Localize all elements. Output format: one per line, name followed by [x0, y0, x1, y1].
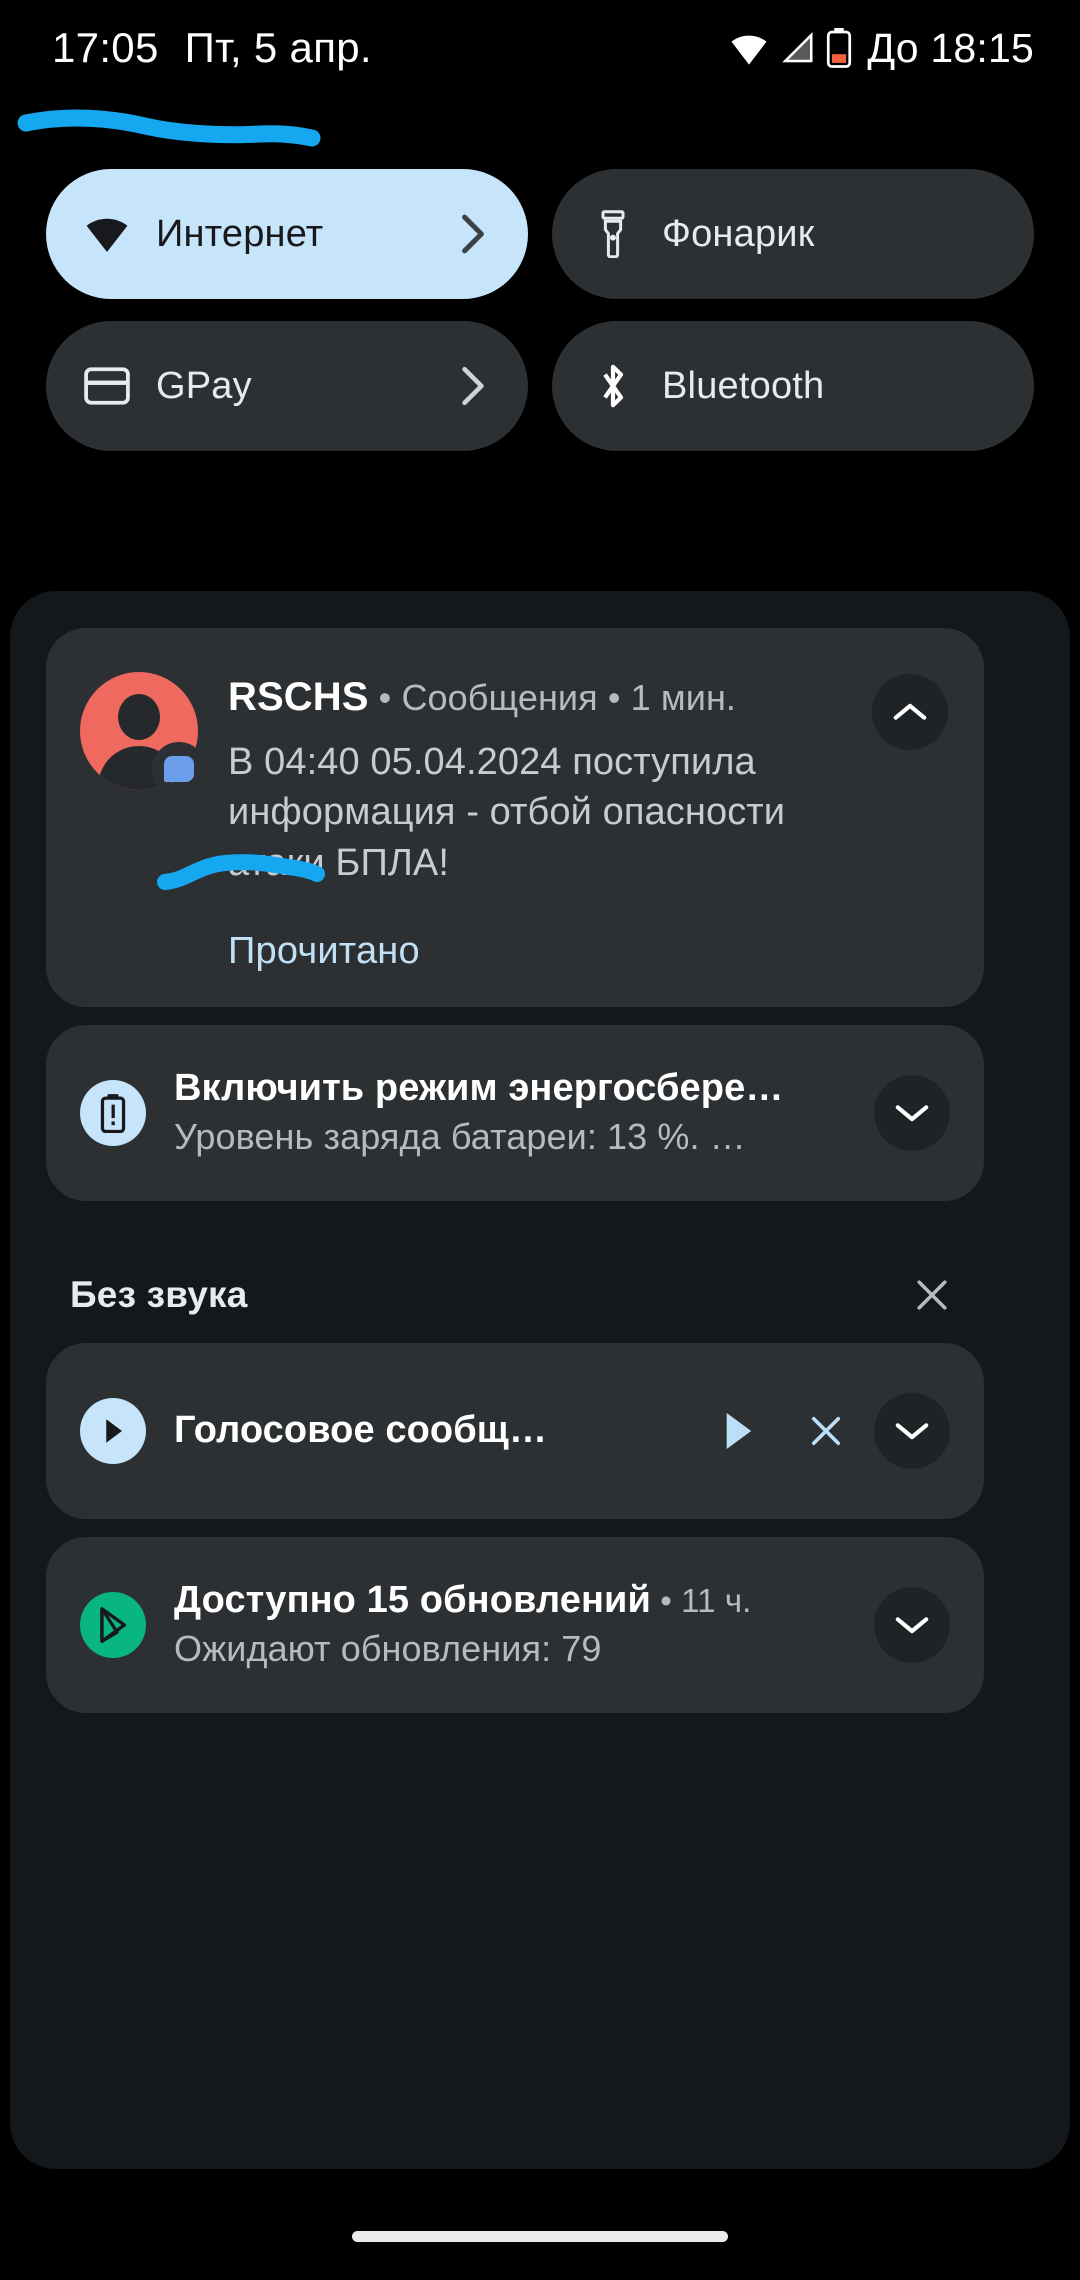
qs-tile-label: Интернет: [156, 212, 324, 255]
home-indicator[interactable]: [352, 2231, 728, 2242]
chevron-down-icon[interactable]: [874, 1074, 950, 1151]
quick-settings-grid: Интернет Фонарик GPay Bluetooth: [46, 169, 1034, 451]
notification-title: Голосовое сообщ…: [174, 1409, 548, 1452]
title-separator: •: [650, 1582, 682, 1620]
conversation-body: RSCHS • Сообщения • 1 мин. В 04:40 05.04…: [228, 672, 950, 973]
notification-icon: [80, 1591, 146, 1658]
qs-tile-label: GPay: [156, 364, 252, 407]
play-circle-icon: [80, 1397, 146, 1464]
notification-header: RSCHS • Сообщения • 1 мин.: [228, 674, 950, 721]
status-bar-left: 17:05 Пт, 5 апр.: [52, 24, 372, 72]
notification-battery-saver[interactable]: Включить режим энергосбере… Уровень заря…: [46, 1024, 984, 1201]
credit-card-icon: [80, 367, 134, 405]
qs-tile-label: Фонарик: [662, 212, 815, 255]
header-separator: •: [368, 677, 402, 718]
notification-actions: [716, 1409, 848, 1453]
qs-tile-flashlight[interactable]: Фонарик: [552, 169, 1034, 299]
notification-content: RSCHS • Сообщения • 1 мин. В 04:40 05.04…: [80, 672, 950, 973]
chevron-up-icon[interactable]: [872, 674, 948, 750]
notification-app-name: RSCHS: [228, 675, 369, 719]
status-date: Пт, 5 апр.: [184, 24, 372, 71]
message-bubble-icon: [152, 742, 206, 796]
silent-section-title: Без звука: [70, 1273, 248, 1315]
chevron-down-icon[interactable]: [874, 1586, 950, 1663]
notification-time: 1 мин.: [630, 677, 737, 718]
battery-estimate-label: До 18:15: [867, 24, 1034, 71]
status-clock: 17:05: [52, 24, 159, 71]
notification-subtitle: Ожидают обновления: 79: [174, 1628, 602, 1670]
play-icon[interactable]: [716, 1409, 760, 1453]
notification-voice-message[interactable]: Голосовое сообщ…: [46, 1342, 984, 1519]
notification-list: RSCHS • Сообщения • 1 мин. В 04:40 05.04…: [46, 628, 984, 1713]
notification-text-block: Голосовое сообщ…: [174, 1409, 696, 1452]
notification-subtitle: Уровень заряда батареи: 13 %. …: [174, 1116, 746, 1158]
notification-title: Доступно 15 обновлений • 11 ч.: [174, 1579, 848, 1622]
qs-tile-bluetooth[interactable]: Bluetooth: [552, 321, 1034, 451]
close-icon[interactable]: [804, 1409, 848, 1453]
chevron-right-icon[interactable]: [460, 213, 486, 255]
play-store-icon: [80, 1591, 146, 1658]
header-separator-2: •: [597, 677, 631, 718]
silent-section-header: Без звука: [46, 1247, 984, 1343]
notification-message-text: В 04:40 05.04.2024 поступила информация …: [228, 741, 786, 884]
notification-icon: [80, 1079, 146, 1146]
qs-tile-gpay[interactable]: GPay: [46, 321, 528, 451]
notification-time: 11 ч.: [681, 1582, 752, 1620]
wifi-icon: [80, 210, 134, 258]
flashlight-icon: [586, 210, 640, 258]
qs-tile-internet[interactable]: Интернет: [46, 169, 528, 299]
notification-channel: Сообщения: [401, 677, 598, 718]
qs-tile-label: Bluetooth: [662, 364, 825, 407]
annotation-underline-status-bar: [10, 108, 330, 150]
bluetooth-icon: [586, 360, 640, 412]
notification-shade-panel: RSCHS • Сообщения • 1 мин. В 04:40 05.04…: [10, 591, 1070, 2169]
notification-text-block: Доступно 15 обновлений • 11 ч. Ожидают о…: [174, 1579, 848, 1670]
notification-shade-screen: 17:05 Пт, 5 апр. До 18:15 Интернет Фонар…: [0, 0, 1080, 2280]
signal-icon: [778, 29, 816, 67]
avatar: [80, 672, 206, 796]
battery-alert-icon: [80, 1079, 146, 1146]
notification-play-store-updates[interactable]: Доступно 15 обновлений • 11 ч. Ожидают о…: [46, 1536, 984, 1713]
wifi-icon: [729, 28, 769, 68]
notification-icon: [80, 1397, 146, 1464]
notification-title-text: Доступно 15 обновлений: [174, 1579, 651, 1622]
status-bar-right: До 18:15: [729, 25, 1034, 72]
status-bar: 17:05 Пт, 5 апр. До 18:15: [0, 0, 1080, 96]
notification-conversation-rschs[interactable]: RSCHS • Сообщения • 1 мин. В 04:40 05.04…: [46, 628, 984, 1007]
notification-text-block: Включить режим энергосбере… Уровень заря…: [174, 1067, 848, 1158]
close-icon[interactable]: [906, 1269, 958, 1321]
notification-action-read[interactable]: Прочитано: [228, 930, 420, 973]
chevron-down-icon[interactable]: [874, 1392, 950, 1469]
chevron-right-icon[interactable]: [460, 365, 486, 407]
notification-title: Включить режим энергосбере…: [174, 1067, 784, 1110]
battery-low-icon: [825, 28, 853, 68]
